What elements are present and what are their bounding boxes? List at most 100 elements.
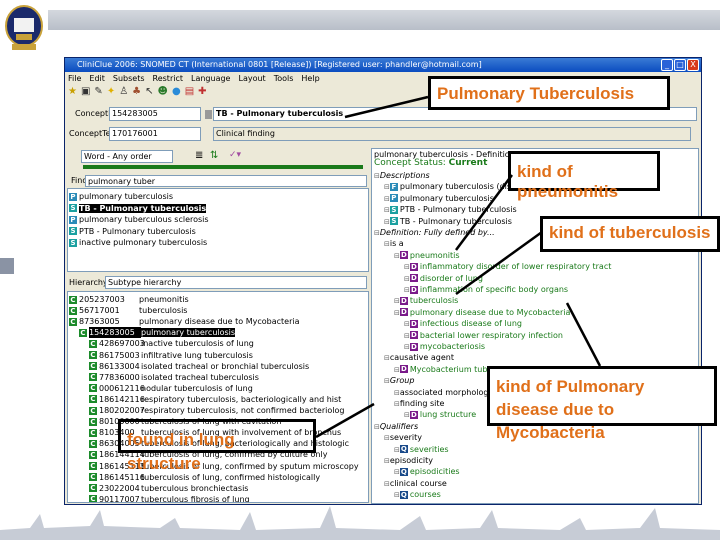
book-icon[interactable]: ▣ [81,86,90,97]
globe-icon[interactable]: ● [172,86,181,97]
defining-concept-icon: D [409,331,418,340]
table-row[interactable]: C 154283005 pulmonary tuberculosis [79,327,236,339]
table-row[interactable]: C 186142116respiratory tuberculosis, bact… [89,394,341,405]
table-row[interactable]: C 56717001 tuberculosis [69,305,187,316]
tree-node[interactable]: ⊟clinical course [384,478,447,489]
table-row[interactable]: C 428697003inactive tuberculosis of lung [89,338,254,349]
sort-icon[interactable]: ⇅ [210,150,218,161]
defining-concept-icon: D [409,342,418,351]
concept-id: 180202007 [99,406,145,415]
tree-node[interactable]: ⊟Q episodicities [394,466,460,477]
callout-kind-of-pulmonary-disease-due-to-mycobacteria: kind of Pulmonary disease due to Mycobac… [487,366,717,442]
tree-node[interactable]: ⊟S PTB - Pulmonary tuberculosis [384,204,517,215]
tree-node[interactable]: ⊟Codes [374,501,405,503]
table-row[interactable]: C 180202007respiratory tuberculosis, not … [89,405,344,416]
us-flag-icon[interactable]: ▤ [185,86,194,97]
tree-node[interactable]: ⊟D pulmonary disease due to Mycobacteria [394,307,570,318]
list-item[interactable]: S PTB - Pulmonary tuberculosis [69,226,196,237]
tree-node-label: infectious disease of lung [419,319,522,329]
tree-node[interactable]: ⊟D bacterial lower respiratory infection [404,330,563,341]
list-item-label: pulmonary tuberculous sclerosis [79,215,209,224]
minimize-button[interactable]: _ [661,59,673,71]
concept-icon: C [89,473,97,482]
table-row[interactable]: C 90117007tuberculous fibrosis of lung [89,494,250,503]
tree-node[interactable]: ⊟finding site [394,398,444,409]
concept-id: 186142116 [99,394,145,404]
uk-flag-icon[interactable]: ✚ [198,86,206,97]
table-row[interactable]: C 86175003infiltrative lung tuberculosis [89,350,253,361]
concept-id: 87363005 [79,317,120,327]
pointer-icon[interactable]: ↖ [145,86,153,97]
preferred-term-icon: P [69,215,77,224]
maximize-button[interactable]: □ [674,59,686,71]
menu-language[interactable]: Language [191,74,230,83]
menu-layout[interactable]: Layout [238,74,265,83]
tree-node[interactable]: ⊟P pulmonary tuberculosis [384,193,494,204]
table-row[interactable]: C 23022004tuberculous bronchiectasis [89,483,248,494]
tree-node[interactable]: ⊟Q courses [394,489,441,500]
concept-term: nodular tuberculosis of lung [141,383,253,393]
tree-node[interactable]: ⊟D inflammation of specific body organs [404,284,568,295]
university-crest-logo [5,5,43,50]
menu-file[interactable]: File [68,74,81,83]
callout-pulmonary-tuberculosis: Pulmonary Tuberculosis [428,76,670,110]
table-row[interactable]: C 205237003 pneumonitis [69,294,189,305]
defining-concept-icon: D [399,251,408,260]
list-view-icon[interactable]: ≣ [195,150,203,161]
tree-node[interactable]: ⊟D lung structure [404,409,476,420]
tree-node[interactable]: ⊟Definition: Fully defined by... [374,227,495,238]
concept-menu-button[interactable] [205,110,212,119]
concept-icon: C [89,406,97,415]
filter-icon[interactable]: ✓▾ [229,150,241,160]
menu-restrict[interactable]: Restrict [153,74,183,83]
tree-node[interactable]: ⊟is a [384,238,404,249]
table-row[interactable]: C 000612116nodular tuberculosis of lung [89,383,253,394]
tree-node[interactable]: ⊟associated morphology [394,387,493,398]
concept-icon: C [89,362,97,371]
menu-help[interactable]: Help [301,74,319,83]
menu-tools[interactable]: Tools [274,74,294,83]
table-row[interactable]: C 186145116tuberculosis of lung, confirme… [89,472,320,483]
tree-node[interactable]: ⊟episodicity [384,455,433,466]
person-icon[interactable]: ♙ [119,86,128,97]
tree-node[interactable]: ⊟causative agent [384,352,454,363]
tree-node[interactable]: ⊟D disorder of lung [404,273,483,284]
concept-id-field[interactable]: 154283005 [109,107,201,121]
tree-node[interactable]: ⊟Qualifiers [374,421,418,432]
tools-icon[interactable]: ✎ [94,86,102,97]
figure-icon[interactable]: ✦ [107,86,115,97]
find-input[interactable]: pulmonary tuber [85,175,367,187]
people-icon[interactable]: ☻ [158,86,168,97]
tree-node[interactable]: ⊟S TB - Pulmonary tuberculosis [384,216,512,227]
concept-icon: C [89,495,97,503]
tree-node[interactable]: ⊟Descriptions [374,170,430,181]
tree-node[interactable]: ⊟D mycobacteriosis [404,341,485,352]
tree-node[interactable]: ⊟D inflammatory disorder of lower respira… [404,261,611,272]
list-item-label: TB - Pulmonary tuberculosis [79,203,207,213]
tree-node[interactable]: ⊟severity [384,432,422,443]
group-icon[interactable]: ♣ [132,86,141,97]
table-row[interactable]: C 77836000isolated tracheal tuberculosis [89,372,259,383]
star-icon[interactable]: ★ [68,86,77,97]
close-button[interactable]: X [687,59,699,71]
list-item[interactable]: S TB - Pulmonary tuberculosis [69,203,207,214]
defining-concept-icon: D [399,296,408,305]
menu-subsets[interactable]: Subsets [113,74,145,83]
concept-type-id-field[interactable]: 170176001 [109,127,201,141]
tree-node[interactable]: ⊟D infectious disease of lung [404,318,522,329]
search-mode-select[interactable]: Word - Any order [81,150,173,163]
table-row[interactable]: C 86133004isolated tracheal or bronchial … [89,361,309,372]
tree-node-label: tuberculosis [409,296,459,306]
tree-node[interactable]: ⊟D pneumonitis [394,250,460,261]
list-item[interactable]: Sinactive pulmonary tuberculosis [69,237,207,248]
tree-node[interactable]: ⊟Q severities [394,444,449,455]
list-item[interactable]: Ppulmonary tuberculosis [69,191,173,202]
menu-edit[interactable]: Edit [89,74,105,83]
tree-node[interactable]: ⊟D tuberculosis [394,295,458,306]
hierarchy-select[interactable]: Subtype hierarchy [105,276,367,289]
table-row[interactable]: C 87363005 pulmonary disease due to Mycoba… [69,316,300,327]
tree-node[interactable]: ⊟Group [384,375,414,386]
concept-term: tuberculous fibrosis of lung [141,494,250,503]
list-item[interactable]: Ppulmonary tuberculous sclerosis [69,214,209,225]
list-item-label: PTB - Pulmonary tuberculosis [79,226,196,236]
